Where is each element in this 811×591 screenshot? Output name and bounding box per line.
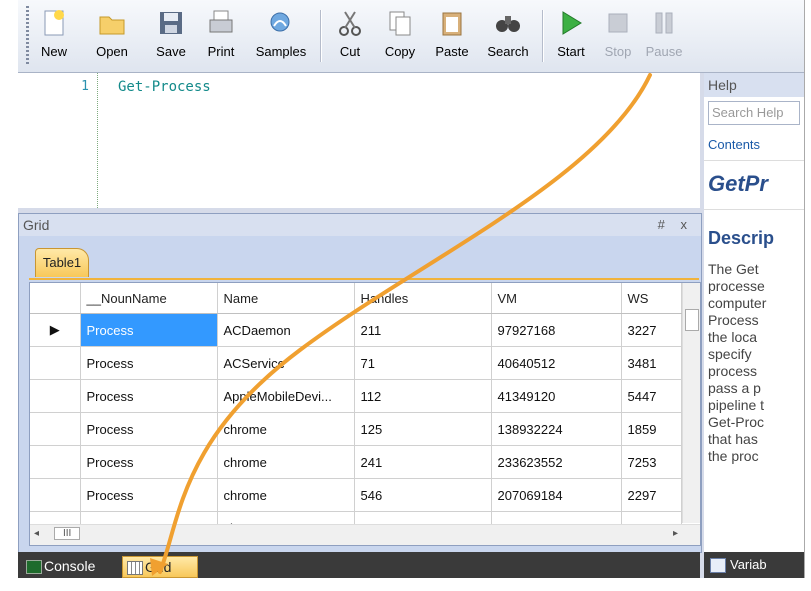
arrow-path: [158, 73, 652, 574]
annotation-arrow: [150, 73, 652, 576]
